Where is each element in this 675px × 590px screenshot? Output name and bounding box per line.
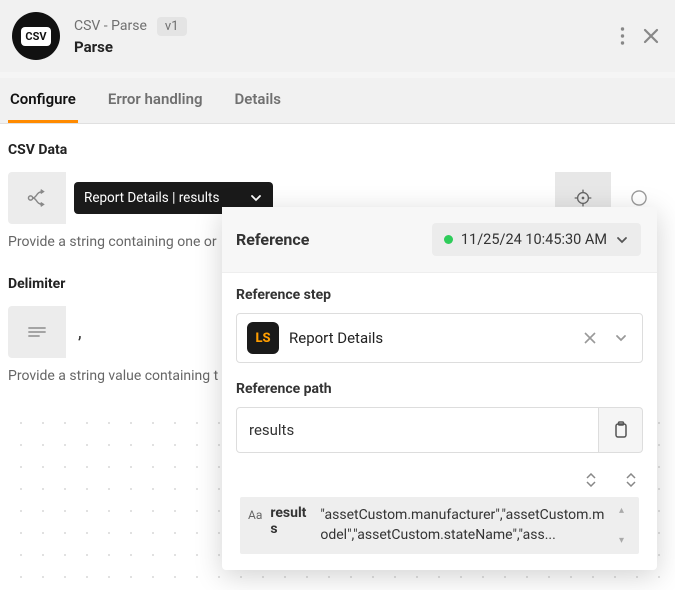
- reference-path-label: Reference path: [236, 381, 643, 397]
- reference-path-value: results: [249, 421, 294, 439]
- reference-chip-label: Report Details | results: [84, 190, 219, 206]
- page-header: CSV CSV - Parse v1 Parse: [0, 0, 675, 72]
- chevron-down-icon: [249, 191, 263, 205]
- chevron-down-icon: [615, 233, 629, 247]
- reference-path-input[interactable]: results: [236, 407, 599, 453]
- delimiter-value: ,: [78, 322, 82, 343]
- more-icon[interactable]: [620, 27, 625, 45]
- scrollbar[interactable]: ▴▾: [619, 505, 631, 546]
- status-dot-icon: [444, 235, 453, 244]
- popover-header: Reference 11/25/24 10:45:30 AM: [222, 207, 657, 273]
- csv-data-label: CSV Data: [8, 142, 667, 158]
- tabs: Configure Error handling Details: [0, 78, 675, 124]
- result-value: "assetCustom.manufacturer","assetCustom.…: [320, 505, 611, 546]
- reference-step-select[interactable]: LS Report Details: [236, 313, 643, 363]
- mini-controls: [236, 471, 643, 497]
- step-name: Report Details: [289, 329, 570, 347]
- reference-step-label: Reference step: [236, 287, 643, 303]
- result-key: results: [270, 505, 312, 537]
- mapping-icon[interactable]: [8, 172, 66, 224]
- timestamp-pill[interactable]: 11/25/24 10:45:30 AM: [432, 223, 641, 256]
- tab-error-handling[interactable]: Error handling: [106, 78, 205, 123]
- header-actions: [620, 27, 659, 45]
- close-icon[interactable]: [643, 28, 659, 44]
- result-row[interactable]: Aa results "assetCustom.manufacturer","a…: [240, 497, 639, 554]
- module-subtitle: Parse: [74, 38, 620, 56]
- reference-path-row: results: [236, 407, 643, 453]
- expand-icon[interactable]: [625, 473, 637, 487]
- chevron-down-icon[interactable]: [610, 331, 632, 345]
- popover-body: Reference step LS Report Details Referen…: [222, 273, 657, 570]
- step-logo-icon: LS: [247, 322, 279, 354]
- module-title: CSV - Parse: [74, 18, 147, 34]
- tab-configure[interactable]: Configure: [8, 78, 78, 123]
- header-titles: CSV - Parse v1 Parse: [74, 17, 620, 56]
- timestamp-text: 11/25/24 10:45:30 AM: [461, 231, 607, 248]
- popover-title: Reference: [236, 230, 422, 249]
- clear-step-icon[interactable]: [580, 332, 600, 344]
- collapse-icon[interactable]: [585, 473, 597, 487]
- clipboard-button[interactable]: [599, 407, 643, 453]
- type-string-icon: Aa: [248, 505, 262, 522]
- text-icon[interactable]: [8, 306, 66, 358]
- tab-details[interactable]: Details: [233, 78, 283, 123]
- csv-badge: CSV: [21, 27, 50, 46]
- version-chip: v1: [157, 17, 187, 36]
- reference-popover: Reference 11/25/24 10:45:30 AM Reference…: [222, 207, 657, 570]
- module-icon: CSV: [12, 12, 60, 60]
